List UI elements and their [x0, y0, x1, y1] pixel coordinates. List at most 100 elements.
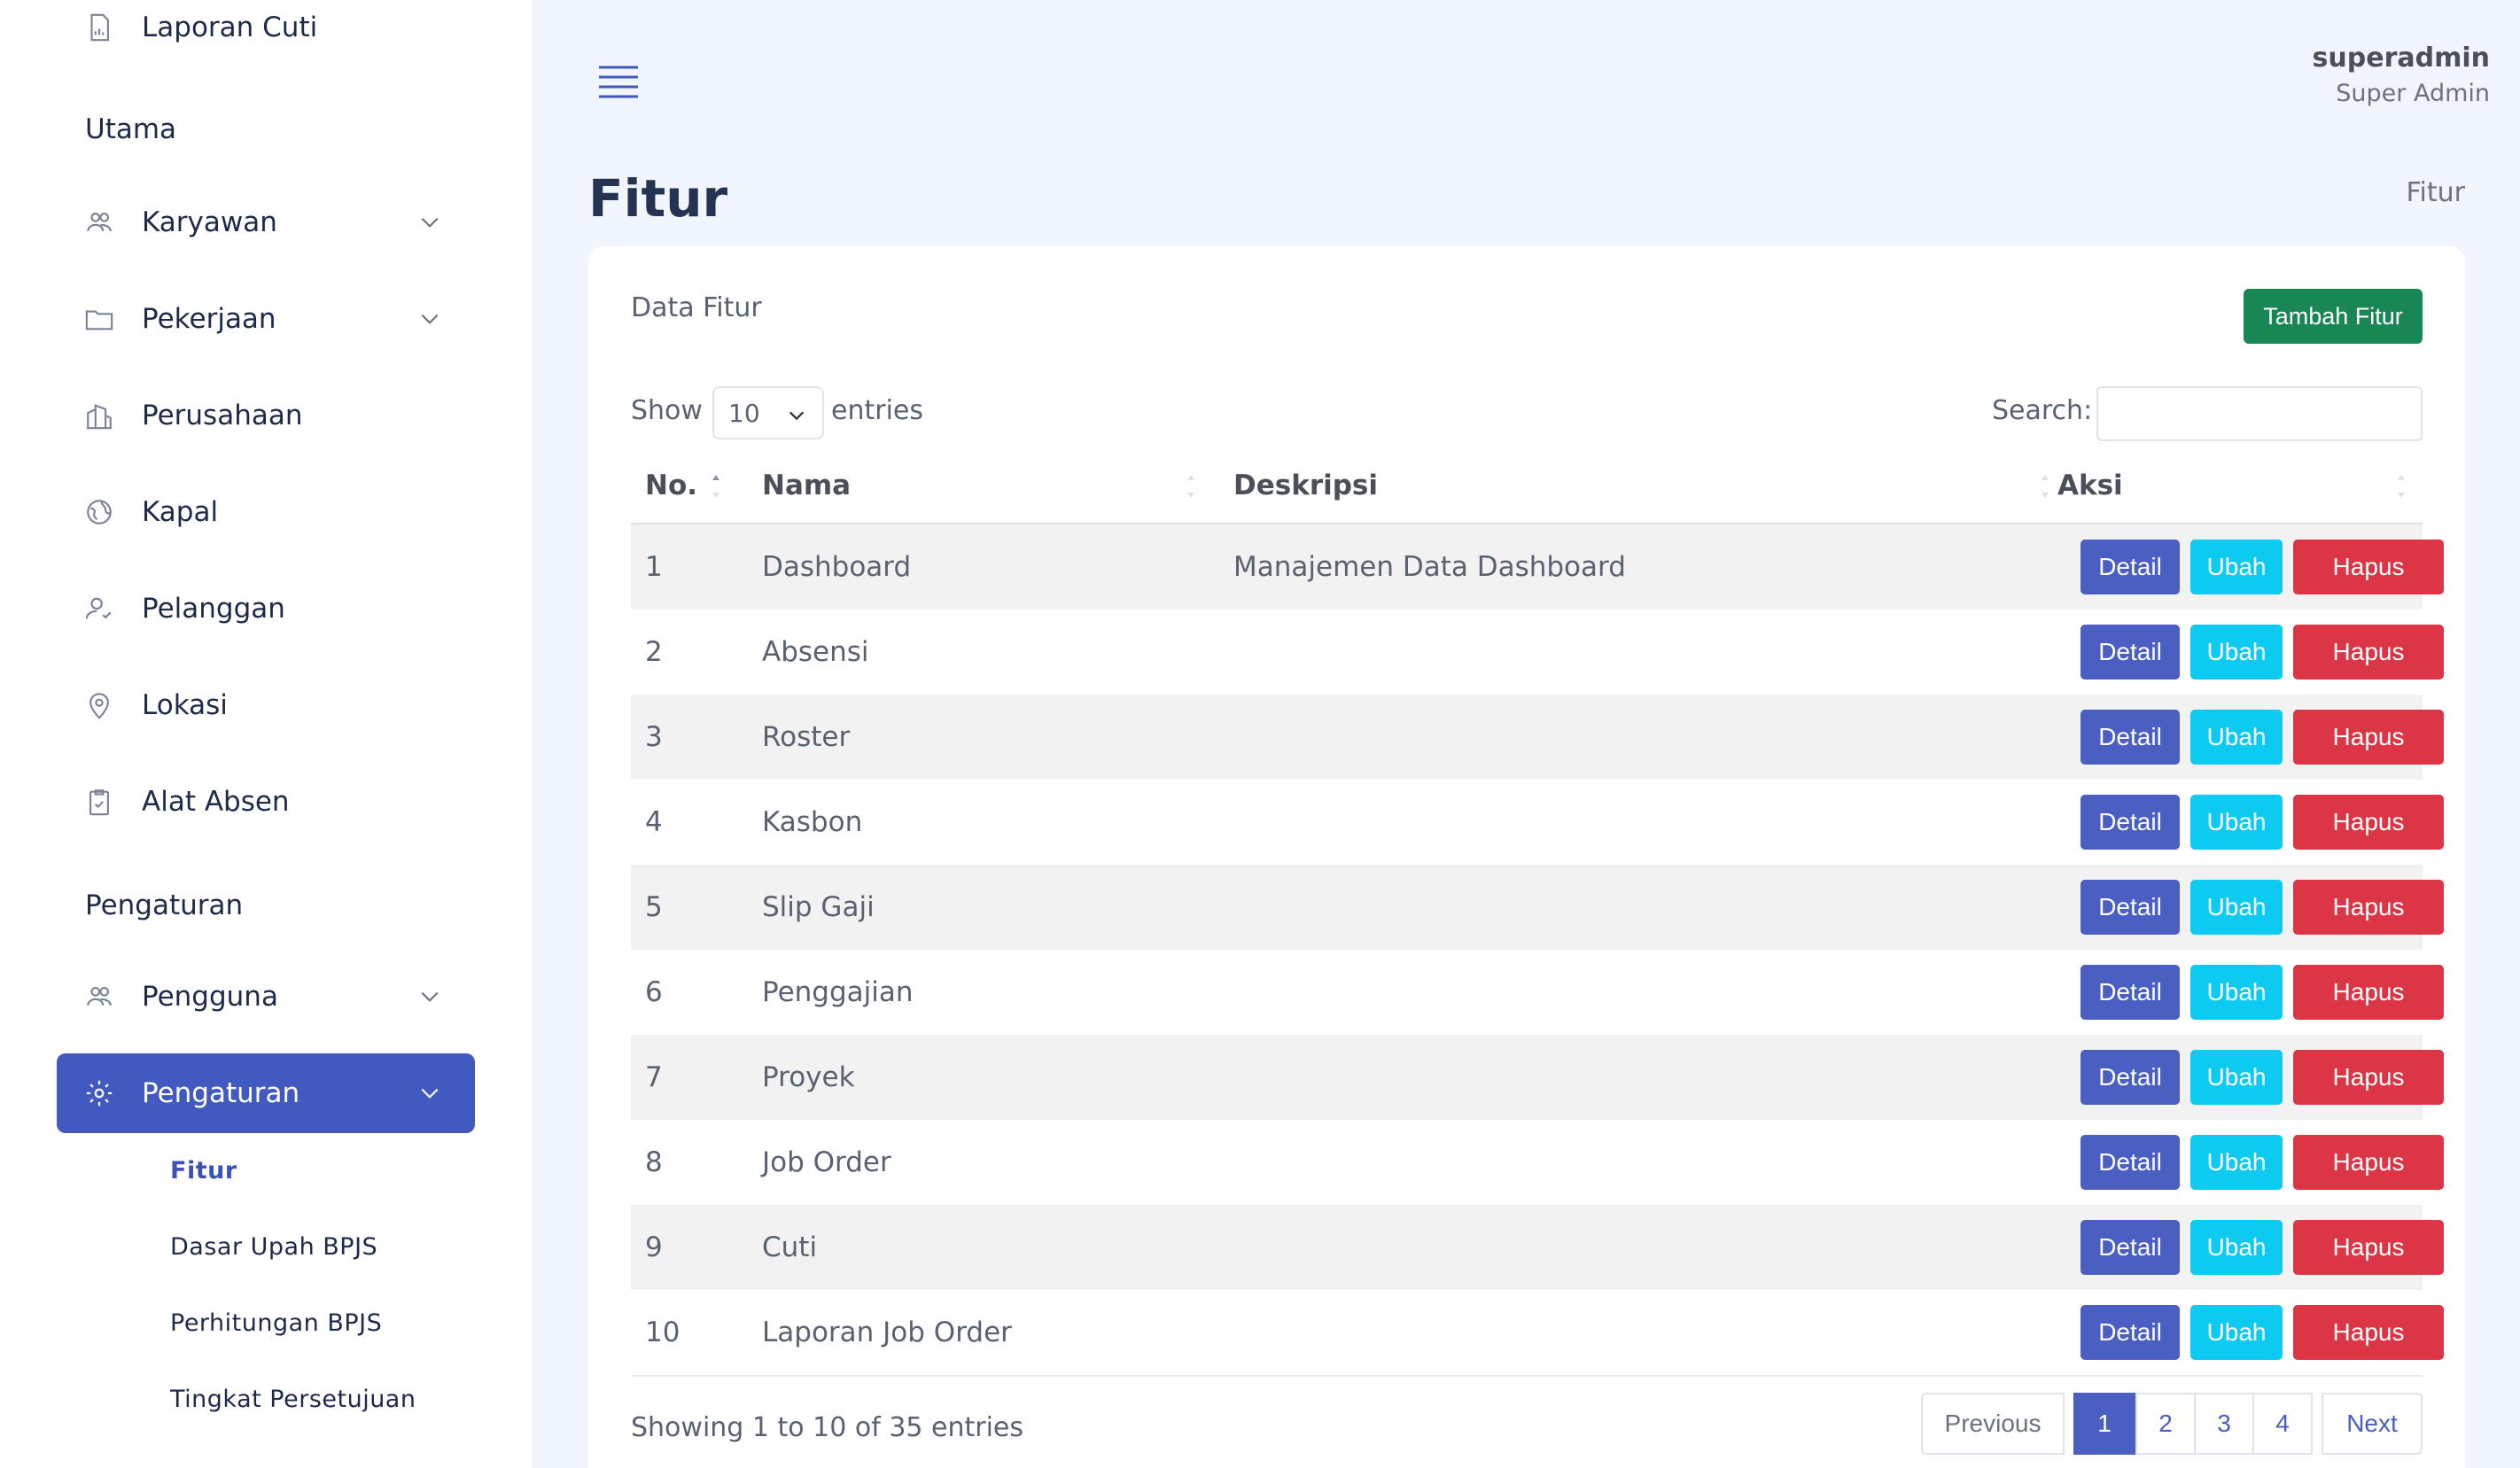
ubah-button[interactable]: Ubah — [2190, 710, 2283, 765]
cell-nama: Proyek — [762, 1061, 855, 1093]
page-title: Fitur — [588, 168, 728, 229]
cell-nama: Roster — [762, 721, 851, 753]
detail-button[interactable]: Detail — [2081, 710, 2180, 765]
column-header-no[interactable]: No. — [645, 470, 697, 501]
sort-icon[interactable] — [2396, 473, 2407, 500]
ubah-button[interactable]: Ubah — [2190, 1135, 2283, 1190]
hapus-button[interactable]: Hapus — [2293, 625, 2444, 680]
cell-no: 2 — [645, 636, 663, 668]
hapus-button[interactable]: Hapus — [2293, 1220, 2444, 1275]
add-feature-button[interactable]: Tambah Fitur — [2244, 289, 2423, 344]
detail-button[interactable]: Detail — [2081, 1135, 2180, 1190]
ubah-button[interactable]: Ubah — [2190, 965, 2283, 1020]
pagination-page-4[interactable]: 4 — [2252, 1393, 2313, 1455]
hapus-button[interactable]: Hapus — [2293, 965, 2444, 1020]
sidebar-item-label: Kapal — [142, 496, 219, 528]
sidebar-subitem-tingkat-persetujuan[interactable]: Tingkat Persetujuan — [170, 1386, 416, 1413]
cell-nama: Dashboard — [762, 551, 912, 583]
report-icon — [83, 12, 115, 43]
cell-no: 10 — [645, 1317, 681, 1348]
cell-nama: Job Order — [762, 1146, 891, 1178]
sort-icon[interactable] — [2040, 473, 2050, 500]
hapus-button[interactable]: Hapus — [2293, 1305, 2444, 1360]
sidebar-item-label: Pengaturan — [142, 1077, 300, 1109]
sidebar-item-label: Pekerjaan — [142, 303, 276, 335]
detail-button[interactable]: Detail — [2081, 540, 2180, 594]
hapus-button[interactable]: Hapus — [2293, 795, 2444, 850]
table-row: 5 Slip Gaji Detail Ubah Hapus — [631, 865, 2444, 950]
detail-button[interactable]: Detail — [2081, 625, 2180, 680]
sidebar-item-label: Lokasi — [142, 689, 228, 721]
sidebar-item-label: Laporan Cuti — [142, 12, 318, 43]
detail-button[interactable]: Detail — [2081, 795, 2180, 850]
hapus-button[interactable]: Hapus — [2293, 710, 2444, 765]
ubah-button[interactable]: Ubah — [2190, 625, 2283, 680]
chevron-down-icon — [421, 991, 439, 1002]
sort-icon[interactable] — [711, 473, 721, 500]
table-row: 7 Proyek Detail Ubah Hapus — [631, 1035, 2444, 1120]
cell-deskripsi: Manajemen Data Dashboard — [1233, 551, 1626, 583]
pagination-page-3[interactable]: 3 — [2194, 1393, 2254, 1455]
cell-no: 5 — [645, 891, 663, 923]
search-input[interactable] — [2096, 386, 2423, 441]
detail-button[interactable]: Detail — [2081, 1220, 2180, 1275]
sidebar-item-alat-absen[interactable]: Alat Absen — [57, 762, 475, 842]
users-icon — [83, 981, 115, 1013]
ubah-button[interactable]: Ubah — [2190, 540, 2283, 594]
table-row: 6 Penggajian Detail Ubah Hapus — [631, 950, 2444, 1035]
sidebar-item-label: Karyawan — [142, 206, 277, 238]
detail-button[interactable]: Detail — [2081, 1305, 2180, 1360]
table-row: 2 Absensi Detail Ubah Hapus — [631, 610, 2444, 695]
cell-nama: Laporan Job Order — [762, 1317, 1012, 1348]
sidebar-item-lokasi[interactable]: Lokasi — [57, 665, 475, 745]
sidebar-item-pekerjaan[interactable]: Pekerjaan — [57, 279, 475, 359]
chevron-down-icon — [421, 217, 439, 228]
sidebar-item-kapal[interactable]: Kapal — [57, 472, 475, 552]
sidebar-item-label: Pelanggan — [142, 593, 285, 625]
detail-button[interactable]: Detail — [2081, 965, 2180, 1020]
ubah-button[interactable]: Ubah — [2190, 795, 2283, 850]
pagination-page-2[interactable]: 2 — [2135, 1393, 2196, 1455]
breadcrumb: Fitur — [2406, 177, 2465, 208]
globe-icon — [83, 496, 115, 528]
table-header: No. Nama Deskripsi Aksi — [631, 452, 2423, 524]
sidebar-item-pelanggan[interactable]: Pelanggan — [57, 569, 475, 649]
pagination-previous[interactable]: Previous — [1921, 1393, 2065, 1455]
column-header-aksi[interactable]: Aksi — [2057, 470, 2123, 501]
map-pin-icon — [83, 689, 115, 721]
table-row: 8 Job Order Detail Ubah Hapus — [631, 1120, 2444, 1205]
column-header-nama[interactable]: Nama — [762, 470, 851, 501]
users-icon — [83, 206, 115, 238]
hapus-button[interactable]: Hapus — [2293, 540, 2444, 594]
hapus-button[interactable]: Hapus — [2293, 1135, 2444, 1190]
sidebar-item-karyawan[interactable]: Karyawan — [57, 183, 475, 262]
ubah-button[interactable]: Ubah — [2190, 880, 2283, 935]
pagination-page-1[interactable]: 1 — [2073, 1393, 2135, 1455]
sidebar-item-pengguna[interactable]: Pengguna — [57, 957, 475, 1037]
sidebar-item-perusahaan[interactable]: Perusahaan — [57, 376, 475, 455]
sidebar-subitem-perhitungan-bpjs[interactable]: Perhitungan BPJS — [170, 1309, 382, 1337]
sidebar-section-pengaturan: Pengaturan — [85, 889, 244, 921]
ubah-button[interactable]: Ubah — [2190, 1050, 2283, 1105]
user-name[interactable]: superadmin — [2313, 43, 2490, 74]
pagination-next[interactable]: Next — [2322, 1393, 2423, 1455]
detail-button[interactable]: Detail — [2081, 880, 2180, 935]
sidebar-item-laporan-cuti[interactable]: Laporan Cuti — [57, 0, 475, 67]
ubah-button[interactable]: Ubah — [2190, 1305, 2283, 1360]
card-title: Data Fitur — [631, 292, 762, 323]
cell-no: 3 — [645, 721, 663, 753]
cell-no: 7 — [645, 1061, 663, 1093]
hapus-button[interactable]: Hapus — [2293, 880, 2444, 935]
sidebar-item-pengaturan[interactable]: Pengaturan — [57, 1053, 475, 1133]
column-header-deskripsi[interactable]: Deskripsi — [1233, 470, 1378, 501]
detail-button[interactable]: Detail — [2081, 1050, 2180, 1105]
ubah-button[interactable]: Ubah — [2190, 1220, 2283, 1275]
sort-icon[interactable] — [1186, 473, 1196, 500]
sidebar-subitem-fitur[interactable]: Fitur — [170, 1157, 237, 1184]
hapus-button[interactable]: Hapus — [2293, 1050, 2444, 1105]
entries-per-page-select[interactable]: 10 — [712, 386, 824, 439]
user-check-icon — [83, 593, 115, 625]
cell-nama: Cuti — [762, 1231, 818, 1263]
hamburger-menu-icon[interactable] — [595, 62, 642, 101]
sidebar-subitem-dasar-upah-bpjs[interactable]: Dasar Upah BPJS — [170, 1233, 377, 1261]
